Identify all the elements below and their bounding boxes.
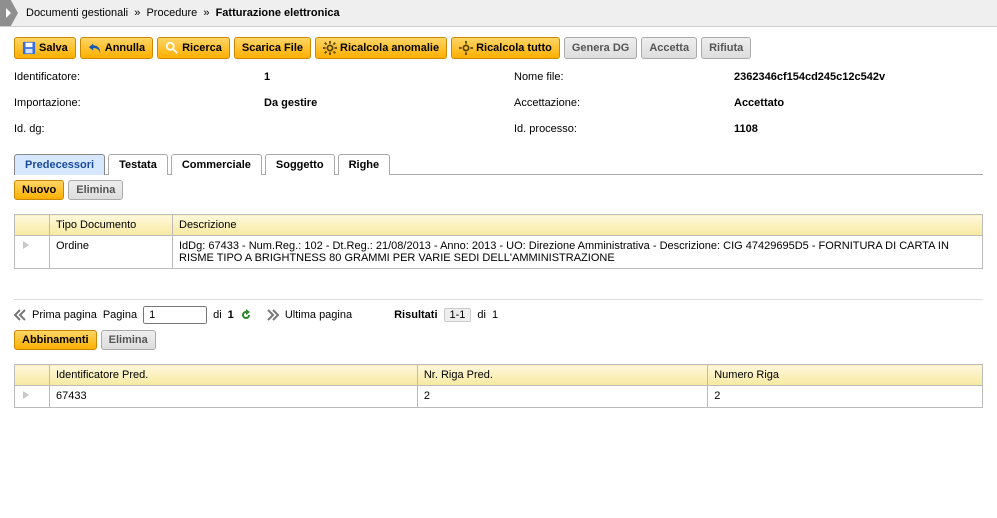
breadcrumb-bar: Documenti gestionali » Procedure » Fattu… xyxy=(0,0,997,27)
last-page-link[interactable]: Ultima pagina xyxy=(285,309,352,321)
row-selector-icon[interactable] xyxy=(15,236,50,269)
row-selector-icon[interactable] xyxy=(15,386,50,408)
col-tipo-documento[interactable]: Tipo Documento xyxy=(50,215,173,236)
pager-of2: di xyxy=(477,309,486,321)
delete-button[interactable]: Elimina xyxy=(68,180,123,200)
row-handle-header xyxy=(15,365,50,386)
refresh-icon[interactable] xyxy=(240,309,252,321)
accept-button[interactable]: Accetta xyxy=(641,37,697,59)
cell-numero-riga: 2 xyxy=(708,386,983,408)
results-range: 1-1 xyxy=(444,308,472,322)
breadcrumb-item[interactable]: Documenti gestionali xyxy=(26,7,128,19)
tab-righe[interactable]: Righe xyxy=(338,154,391,175)
cancel-button[interactable]: Annulla xyxy=(80,37,153,59)
field-value-iddg xyxy=(264,123,514,135)
save-button[interactable]: Salva xyxy=(14,37,76,59)
pager-label: Pagina xyxy=(103,309,137,321)
abbinamenti-toolbar: Abbinamenti Elimina xyxy=(14,330,983,350)
breadcrumb-item[interactable]: Procedure xyxy=(146,7,197,19)
new-button[interactable]: Nuovo xyxy=(14,180,64,200)
field-label: Id. processo: xyxy=(514,123,734,135)
breadcrumb-current: Fatturazione elettronica xyxy=(216,7,340,19)
field-label: Id. dg: xyxy=(14,123,264,135)
first-page-icon[interactable] xyxy=(14,309,26,321)
page-input[interactable] xyxy=(143,306,207,324)
gear-icon xyxy=(459,41,473,55)
field-value-nomefile: 2362346cf154cd245c12c542v xyxy=(734,71,983,83)
search-button[interactable]: Ricerca xyxy=(157,37,230,59)
pager-total-pages: 1 xyxy=(228,309,234,321)
recalc-anomalies-button[interactable]: Ricalcola anomalie xyxy=(315,37,447,59)
table-row[interactable]: 67433 2 2 xyxy=(15,386,983,408)
cell-descrizione: IdDg: 67433 - Num.Reg.: 102 - Dt.Reg.: 2… xyxy=(173,236,983,269)
pager-of: di xyxy=(213,309,222,321)
gear-icon xyxy=(323,41,337,55)
recalc-all-button[interactable]: Ricalcola tutto xyxy=(451,37,560,59)
cell-identificatore-pred: 67433 xyxy=(50,386,418,408)
field-value-identificatore: 1 xyxy=(264,71,514,83)
search-icon xyxy=(165,41,179,55)
col-descrizione[interactable]: Descrizione xyxy=(173,215,983,236)
row-handle-header xyxy=(15,215,50,236)
field-label: Importazione: xyxy=(14,97,264,109)
first-page-link[interactable]: Prima pagina xyxy=(32,309,97,321)
tab-strip: Predecessori Testata Commerciale Soggett… xyxy=(14,153,983,175)
field-value-accettazione: Accettato xyxy=(734,97,983,109)
predecessori-table: Tipo Documento Descrizione Ordine IdDg: … xyxy=(14,214,983,269)
download-file-button[interactable]: Scarica File xyxy=(234,37,311,59)
generate-dg-button[interactable]: Genera DG xyxy=(564,37,637,59)
cell-nr-riga-pred: 2 xyxy=(417,386,707,408)
pager: Prima pagina Pagina di 1 Ultima pagina R… xyxy=(14,299,983,324)
field-value-idprocesso: 1108 xyxy=(734,123,983,135)
results-total: 1 xyxy=(492,309,498,321)
results-label: Risultati xyxy=(394,309,437,321)
table-row[interactable]: Ordine IdDg: 67433 - Num.Reg.: 102 - Dt.… xyxy=(15,236,983,269)
detail-fields: Identificatore: 1 Nome file: 2362346cf15… xyxy=(14,71,983,135)
last-page-icon[interactable] xyxy=(267,309,279,321)
field-label: Accettazione: xyxy=(514,97,734,109)
field-label: Identificatore: xyxy=(14,71,264,83)
breadcrumb-arrow-icon xyxy=(0,0,18,26)
cell-tipo-documento: Ordine xyxy=(50,236,173,269)
field-value-importazione: Da gestire xyxy=(264,97,514,109)
col-identificatore-pred[interactable]: Identificatore Pred. xyxy=(50,365,418,386)
tab-commerciale[interactable]: Commerciale xyxy=(171,154,262,175)
abbinamenti-button[interactable]: Abbinamenti xyxy=(14,330,97,350)
abbinamenti-table: Identificatore Pred. Nr. Riga Pred. Nume… xyxy=(14,364,983,408)
tab-soggetto[interactable]: Soggetto xyxy=(265,154,335,175)
delete-button[interactable]: Elimina xyxy=(101,330,156,350)
pred-toolbar: Nuovo Elimina xyxy=(14,180,983,200)
tab-testata[interactable]: Testata xyxy=(108,154,168,175)
undo-icon xyxy=(88,41,102,55)
field-label: Nome file: xyxy=(514,71,734,83)
col-nr-riga-pred[interactable]: Nr. Riga Pred. xyxy=(417,365,707,386)
col-numero-riga[interactable]: Numero Riga xyxy=(708,365,983,386)
disk-icon xyxy=(22,41,36,55)
main-toolbar: Salva Annulla Ricerca Scarica File Rical… xyxy=(14,37,983,59)
tab-predecessori[interactable]: Predecessori xyxy=(14,154,105,175)
breadcrumb: Documenti gestionali » Procedure » Fattu… xyxy=(18,7,348,19)
reject-button[interactable]: Rifiuta xyxy=(701,37,751,59)
